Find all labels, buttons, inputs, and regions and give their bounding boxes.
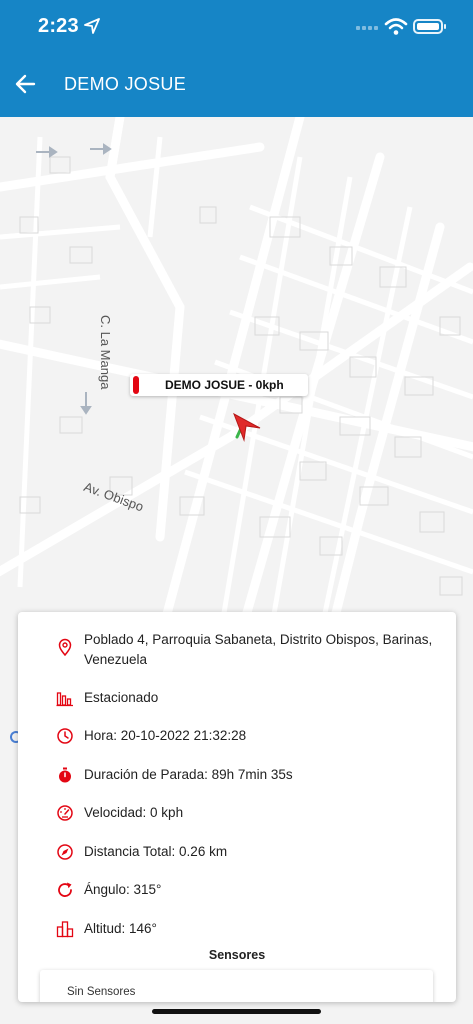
distance-text: Distancia Total: 0.26 km (84, 844, 228, 859)
home-indicator[interactable] (152, 1009, 321, 1014)
bar-chart-icon (56, 692, 73, 707)
back-arrow-icon[interactable] (12, 70, 40, 98)
buildings-icon (56, 921, 74, 938)
page-title: DEMO JOSUE (64, 74, 187, 94)
vehicle-arrow-icon[interactable] (232, 412, 262, 442)
angle-text: Ángulo: 315° (84, 882, 162, 897)
compass-icon (57, 844, 73, 860)
rotate-icon (58, 882, 72, 897)
sensors-panel: Sin Sensores (40, 970, 433, 1002)
address-line-1: Poblado 4, Parroquia Sabaneta, Distrito … (84, 632, 433, 647)
speed-text: Velocidad: 0 kph (84, 805, 184, 820)
cellular-signal-icon (356, 26, 378, 30)
address-text: Poblado 4, Parroquia Sabaneta, Distrito … (84, 630, 432, 670)
status-bar: 2:23 (0, 0, 473, 54)
vehicle-marker-label[interactable]: DEMO JOSUE - 0kph (130, 374, 308, 396)
street-label-la-manga: C. La Manga (98, 315, 113, 390)
address-line-2: Venezuela (84, 652, 148, 667)
clock-icon (57, 728, 73, 744)
stopwatch-icon (59, 767, 71, 783)
sensors-empty-text: Sin Sensores (67, 986, 136, 998)
location-arrow-icon (84, 18, 100, 34)
status-text: Estacionado (84, 690, 159, 705)
time-text: Hora: 20-10-2022 21:32:28 (84, 728, 247, 743)
speedometer-icon (57, 805, 73, 821)
status-time: 2:23 (38, 15, 79, 37)
vehicle-info-card: Poblado 4, Parroquia Sabaneta, Distrito … (18, 612, 456, 1002)
map-pin-icon (58, 638, 72, 656)
sensors-heading: Sensores (208, 948, 266, 962)
stop-duration-text: Duración de Parada: 89h 7min 35s (84, 767, 293, 782)
altitude-text: Altitud: 146° (84, 921, 157, 936)
wifi-icon (384, 18, 408, 35)
app-header: 2:23 DEMO JOSUE (0, 0, 473, 117)
battery-icon (413, 19, 446, 34)
